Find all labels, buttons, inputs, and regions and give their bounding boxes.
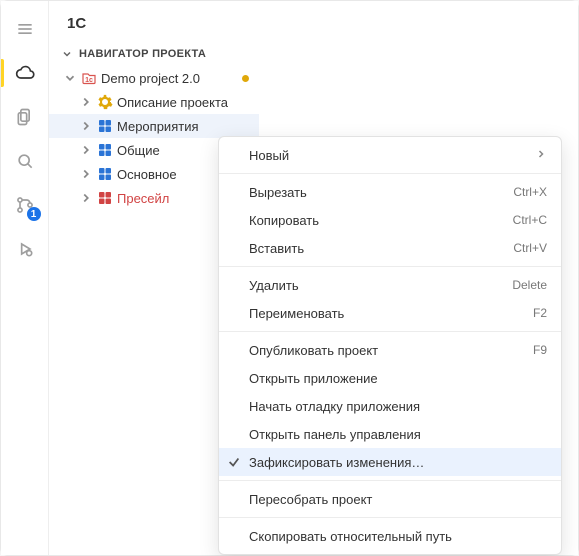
- project-icon: 1c: [81, 70, 97, 86]
- context-menu-item-shortcut: Ctrl+C: [513, 213, 547, 227]
- context-menu-item[interactable]: Опубликовать проект F9: [219, 336, 561, 364]
- tree-root[interactable]: 1c Demo project 2.0: [49, 66, 259, 90]
- context-menu-item[interactable]: Зафиксировать изменения…: [219, 448, 561, 476]
- context-menu-separator: [219, 480, 561, 481]
- chevron-right-icon: [79, 119, 93, 133]
- chevron-right-icon: [79, 167, 93, 181]
- cloud-icon[interactable]: [7, 55, 43, 91]
- tree-item-label: Описание проекта: [117, 95, 228, 110]
- chevron-right-icon: [79, 191, 93, 205]
- context-menu-item-shortcut: F9: [533, 343, 547, 357]
- cube-blue-icon: [97, 166, 113, 182]
- context-menu-separator: [219, 173, 561, 174]
- context-menu-item-label: Вставить: [249, 241, 304, 256]
- context-menu-item[interactable]: Новый: [219, 141, 561, 169]
- context-menu-item[interactable]: Открыть приложение: [219, 364, 561, 392]
- context-menu-item-label: Скопировать относительный путь: [249, 529, 452, 544]
- source-control-badge: 1: [27, 207, 41, 221]
- tree-item[interactable]: Описание проекта: [49, 90, 259, 114]
- context-menu-separator: [219, 331, 561, 332]
- context-menu-item-label: Пересобрать проект: [249, 492, 372, 507]
- context-menu-item[interactable]: Копировать Ctrl+C: [219, 206, 561, 234]
- search-icon[interactable]: [7, 143, 43, 179]
- tree-item-label: Общие: [117, 143, 160, 158]
- context-menu-item[interactable]: Удалить Delete: [219, 271, 561, 299]
- tree-item-label: Мероприятия: [117, 119, 199, 134]
- activity-bar: 1: [1, 1, 49, 555]
- context-menu-item-shortcut: Ctrl+X: [513, 185, 547, 199]
- chevron-down-icon: [63, 71, 77, 85]
- context-menu-item-label: Копировать: [249, 213, 319, 228]
- context-menu-item-shortcut: F2: [533, 306, 547, 320]
- dirty-indicator: [242, 75, 249, 82]
- chevron-right-icon: [79, 95, 93, 109]
- context-menu-item-label: Новый: [249, 148, 289, 163]
- tree-item-label: Основное: [117, 167, 177, 182]
- cube-red-icon: [97, 190, 113, 206]
- chevron-right-icon: [535, 148, 547, 163]
- context-menu-item[interactable]: Пересобрать проект: [219, 485, 561, 513]
- context-menu-item-label: Вырезать: [249, 185, 307, 200]
- gear-icon: [97, 94, 113, 110]
- menu-icon[interactable]: [7, 11, 43, 47]
- chevron-right-icon: [79, 143, 93, 157]
- tree-item-label: Пресейл: [117, 191, 169, 206]
- context-menu-item[interactable]: Скопировать относительный путь: [219, 522, 561, 550]
- app-title: 1C: [49, 9, 259, 44]
- context-menu-item[interactable]: Вырезать Ctrl+X: [219, 178, 561, 206]
- context-menu-separator: [219, 266, 561, 267]
- debug-icon[interactable]: [7, 231, 43, 267]
- files-icon[interactable]: [7, 99, 43, 135]
- source-control-icon[interactable]: 1: [7, 187, 43, 223]
- svg-text:1c: 1c: [85, 77, 93, 84]
- context-menu-item-label: Опубликовать проект: [249, 343, 378, 358]
- context-menu-item-shortcut: Ctrl+V: [513, 241, 547, 255]
- tree-root-label: Demo project 2.0: [101, 71, 200, 86]
- context-menu-separator: [219, 517, 561, 518]
- navigator-section-header[interactable]: НАВИГАТОР ПРОЕКТА: [49, 44, 259, 64]
- chevron-down-icon: [61, 48, 73, 60]
- context-menu-item[interactable]: Открыть панель управления: [219, 420, 561, 448]
- context-menu-item[interactable]: Вставить Ctrl+V: [219, 234, 561, 262]
- cube-blue-icon: [97, 142, 113, 158]
- tree-item[interactable]: Мероприятия: [49, 114, 259, 138]
- cube-blue-icon: [97, 118, 113, 134]
- context-menu-item[interactable]: Переименовать F2: [219, 299, 561, 327]
- context-menu-item-label: Открыть панель управления: [249, 427, 421, 442]
- context-menu-item-shortcut: Delete: [512, 278, 547, 292]
- context-menu-item[interactable]: Начать отладку приложения: [219, 392, 561, 420]
- context-menu-item-label: Начать отладку приложения: [249, 399, 420, 414]
- check-icon: [227, 455, 241, 469]
- context-menu: Новый Вырезать Ctrl+X Копировать Ctrl+C Встав…: [218, 136, 562, 555]
- context-menu-item-label: Переименовать: [249, 306, 344, 321]
- context-menu-item-label: Зафиксировать изменения…: [249, 455, 424, 470]
- navigator-title: НАВИГАТОР ПРОЕКТА: [79, 48, 206, 60]
- context-menu-item-label: Удалить: [249, 278, 299, 293]
- context-menu-item-label: Открыть приложение: [249, 371, 378, 386]
